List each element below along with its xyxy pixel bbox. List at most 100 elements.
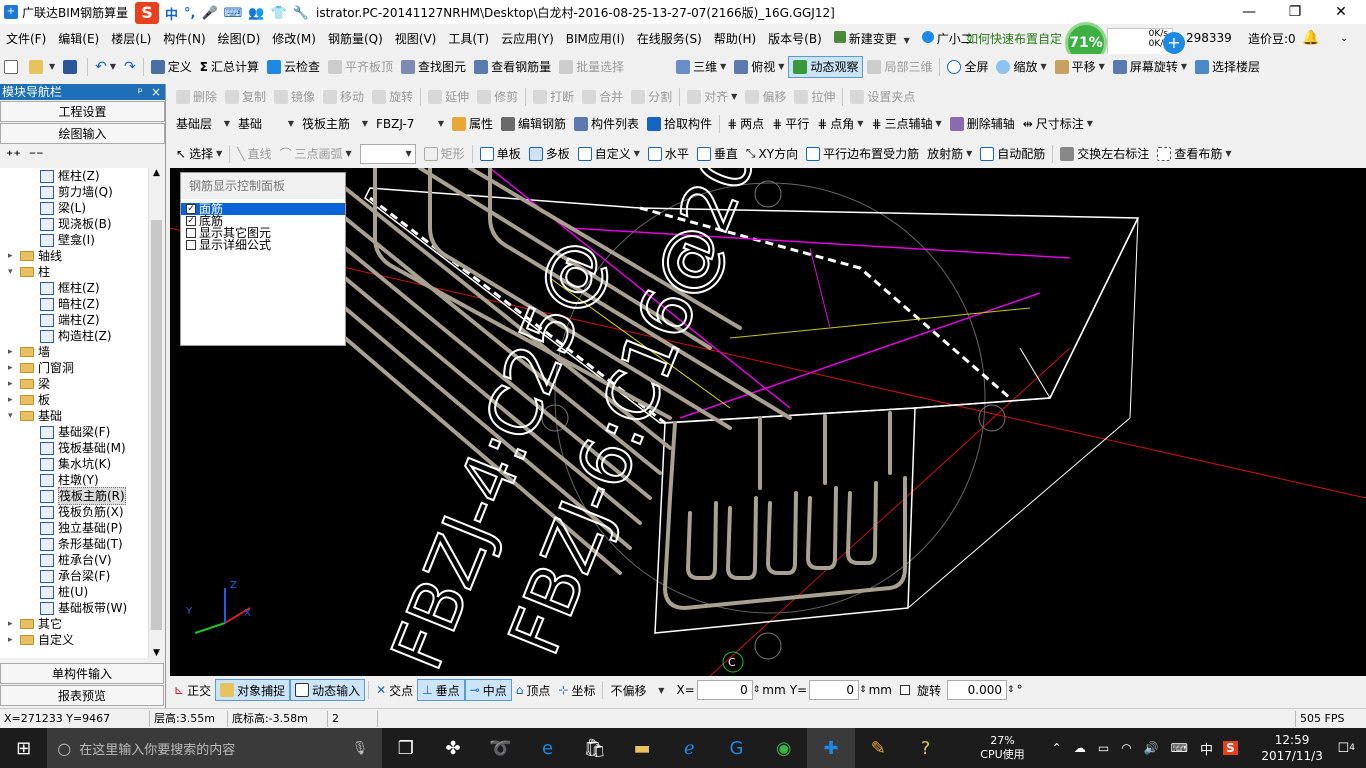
tree-item[interactable]: 现浇板(B) xyxy=(0,216,148,232)
tree-item[interactable]: 筏板基础(M) xyxy=(0,440,148,456)
tree-item[interactable]: 筏板主筋(R) xyxy=(0,487,148,505)
custom-button[interactable]: 自定义 ▼ xyxy=(574,143,644,165)
coordinate-snap-button[interactable]: ⊹ 坐标 xyxy=(554,679,599,701)
fullscreen-button[interactable]: 全屏 xyxy=(943,56,992,78)
menu-component[interactable]: 构件(N) xyxy=(157,30,211,47)
notification-center-icon[interactable]: ☐ 4 xyxy=(1327,728,1366,768)
tree-item[interactable]: 承台梁(F) xyxy=(0,568,148,584)
3d-view-button[interactable]: 三维 ▼ xyxy=(672,56,730,78)
ime-chinese-toggle[interactable]: 中 xyxy=(165,4,178,23)
three-point-aux-axis-button[interactable]: ⋕ 三点辅轴 ▼ xyxy=(867,113,945,135)
define-button[interactable]: 定义 xyxy=(147,56,196,78)
tree-folder[interactable]: ▸ 轴线 xyxy=(0,248,148,264)
view-rebar-layout-button[interactable]: 查看布筋 ▼ xyxy=(1153,143,1235,165)
offset-button[interactable]: 偏移 xyxy=(741,86,790,108)
multi-slab-button[interactable]: 多板 xyxy=(525,143,574,165)
bell-icon[interactable]: 🔔 xyxy=(1302,30,1319,46)
glodon-g-icon[interactable]: G xyxy=(713,728,760,768)
angle-spinner-icon[interactable]: ⇕ xyxy=(1007,685,1015,695)
boost-plus-icon[interactable]: + xyxy=(1163,32,1185,54)
perpendicular-snap-button[interactable]: ⊥ 垂点 xyxy=(417,679,465,701)
menu-bim[interactable]: BIM应用(I) xyxy=(560,30,631,47)
orbit-handle-right[interactable] xyxy=(978,404,1006,432)
windows-start-icon[interactable]: ⊞ xyxy=(0,728,47,768)
sogou-ime-icon[interactable]: S xyxy=(135,2,159,24)
ime-language-indicator[interactable]: 中 xyxy=(1200,739,1213,758)
component-category-combo[interactable]: 筏板主筋 ▼ xyxy=(298,114,372,134)
store-icon[interactable]: 🛍 xyxy=(571,728,618,768)
microphone-icon[interactable]: 🎙 xyxy=(352,741,369,756)
close-button[interactable]: ✕ xyxy=(1318,0,1364,24)
menu-draw[interactable]: 绘图(D) xyxy=(212,30,267,47)
expand-all-icon[interactable]: ⁺⁺ xyxy=(6,148,21,164)
tree-item[interactable]: 条形基础(T) xyxy=(0,536,148,552)
rebar-option-checkbox[interactable] xyxy=(186,228,196,238)
menu-rebar-qty[interactable]: 钢筋量(Q) xyxy=(322,30,389,47)
menu-online[interactable]: 在线服务(S) xyxy=(631,30,708,47)
tree-folder[interactable]: ▸ 梁 xyxy=(0,376,148,392)
collapse-icon[interactable]: ▾ xyxy=(8,264,18,280)
expand-icon[interactable]: ▸ xyxy=(8,616,18,632)
dynamic-input-button[interactable]: 动态输入 xyxy=(290,679,366,701)
floor-combo[interactable]: 基础层 ▼ xyxy=(172,114,234,134)
expand-icon[interactable]: ▸ xyxy=(8,360,18,376)
undo-button[interactable]: ↶ ▼ xyxy=(91,56,120,78)
rotate-button[interactable]: 旋转 xyxy=(368,86,417,108)
summary-calc-button[interactable]: Σ 汇总计算 xyxy=(196,56,263,78)
expand-icon[interactable]: ▸ xyxy=(8,392,18,408)
rebar-option-checkbox[interactable]: ✓ xyxy=(186,204,196,214)
app-fan-icon[interactable]: ✤ xyxy=(429,728,476,768)
skin-icon[interactable]: 👕 xyxy=(271,6,287,21)
tree-item[interactable]: 独立基础(P) xyxy=(0,520,148,536)
maximize-button[interactable]: ❐ xyxy=(1272,0,1318,24)
tree-folder[interactable]: ▸ 门窗洞 xyxy=(0,360,148,376)
parallel-axis-button[interactable]: ⋕ 平行 xyxy=(768,113,813,135)
line-button[interactable]: ╲ 直线 xyxy=(233,143,275,165)
select-button[interactable]: ↖ 选择 ▼ xyxy=(172,143,226,165)
tree-item[interactable]: 梁(L) xyxy=(0,200,148,216)
save-button[interactable] xyxy=(59,56,84,78)
tree-item[interactable]: 暗柱(Z) xyxy=(0,296,148,312)
scroll-down-icon[interactable]: ▼ xyxy=(149,648,164,658)
collapse-icon[interactable]: ▾ xyxy=(8,408,18,424)
tree-item[interactable]: 框柱(Z) xyxy=(0,168,148,184)
tree-item[interactable]: 桩承台(V) xyxy=(0,552,148,568)
3d-model-canvas[interactable]: FBZJ-4:C25@ FBZJ-6:C16@200 Y Z X C xyxy=(170,168,1366,676)
clock[interactable]: 12:59 2017/11/3 xyxy=(1258,732,1327,764)
project-settings-button[interactable]: 工程设置 xyxy=(0,101,165,122)
rebar-option-checkbox[interactable] xyxy=(186,240,196,250)
y-spinner-icon[interactable]: ⇕ xyxy=(859,685,867,695)
align-slab-top-button[interactable]: 平齐板顶 xyxy=(324,56,397,78)
keyboard-tray-icon[interactable]: ⌨ xyxy=(1171,741,1188,755)
stretch-button[interactable]: 拉伸 xyxy=(790,86,839,108)
arc-option-combo[interactable]: ▼ xyxy=(359,143,416,164)
collapse-all-icon[interactable]: ⁻⁻ xyxy=(29,148,44,164)
glodon-bim-taskbar-icon[interactable]: ✚ xyxy=(807,728,855,768)
green-app-icon[interactable]: ◉ xyxy=(760,728,807,768)
tree-folder[interactable]: ▸ 其它 xyxy=(0,616,148,632)
menu-tools[interactable]: 工具(T) xyxy=(442,30,495,47)
swap-labels-button[interactable]: 交换左右标注 xyxy=(1056,143,1153,165)
edit-rebar-button[interactable]: 编辑钢筋 xyxy=(497,113,570,135)
sogou-tray-icon[interactable]: S xyxy=(1222,741,1238,755)
auto-rebar-button[interactable]: 自动配筋 xyxy=(976,143,1049,165)
parallel-edge-rebar-button[interactable]: 平行边布置受力筋 xyxy=(802,143,923,165)
wifi-icon[interactable]: ◠ xyxy=(1121,741,1131,755)
rebar-option-checkbox[interactable]: ✓ xyxy=(186,216,196,226)
tree-folder[interactable]: ▾ 柱 xyxy=(0,264,148,280)
tree-folder[interactable]: ▸ 板 xyxy=(0,392,148,408)
zoom-button[interactable]: 缩放 ▼ xyxy=(992,56,1050,78)
orbit-handle-bottom[interactable] xyxy=(754,632,782,660)
local-3d-button[interactable]: 局部三维 xyxy=(863,56,936,78)
ie-browser-icon[interactable]: ℯ xyxy=(666,728,713,768)
batch-select-button[interactable]: 批量选择 xyxy=(555,56,628,78)
menu-view[interactable]: 视图(V) xyxy=(389,30,443,47)
new-file-button[interactable] xyxy=(0,56,25,78)
extend-button[interactable]: 延伸 xyxy=(424,86,473,108)
view-rebar-qty-button[interactable]: 查看钢筋量 xyxy=(470,56,555,78)
rotate-angle-input[interactable]: 0.000 xyxy=(947,680,1008,700)
trim-button[interactable]: 修剪 xyxy=(473,86,522,108)
tree-item[interactable]: 框柱(Z) xyxy=(0,280,148,296)
vertical-button[interactable]: 垂直 xyxy=(693,143,742,165)
split-button[interactable]: 分割 xyxy=(627,86,676,108)
